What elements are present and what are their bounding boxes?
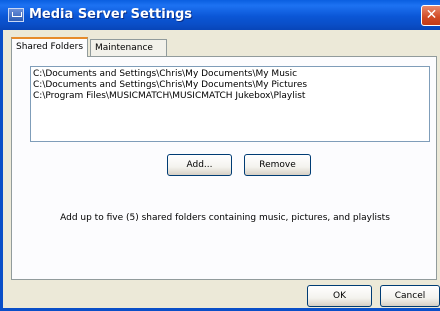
list-item[interactable]: C:\Documents and Settings\Chris\My Docum…	[33, 69, 427, 80]
cancel-button[interactable]: Cancel	[380, 285, 440, 307]
close-icon: ✕	[425, 7, 438, 23]
remove-button[interactable]: Remove	[244, 154, 311, 176]
ok-button[interactable]: OK	[307, 285, 372, 307]
shared-folders-list[interactable]: C:\Documents and Settings\Chris\My Docum…	[30, 66, 430, 142]
add-button[interactable]: Add...	[167, 154, 232, 176]
title-bar[interactable]: Media Server Settings ✕	[0, 0, 440, 30]
shared-folders-panel: C:\Documents and Settings\Chris\My Docum…	[11, 56, 437, 280]
list-item[interactable]: C:\Program Files\MUSICMATCH\MUSICMATCH J…	[33, 91, 427, 102]
window-title: Media Server Settings	[29, 7, 192, 22]
help-text: Add up to five (5) shared folders contai…	[60, 213, 390, 223]
close-button[interactable]: ✕	[421, 5, 440, 26]
window-border-left	[0, 30, 3, 311]
media-server-icon	[8, 8, 24, 22]
tab-shared-folders[interactable]: Shared Folders	[11, 37, 88, 57]
list-item[interactable]: C:\Documents and Settings\Chris\My Docum…	[33, 80, 427, 91]
media-server-settings-window: Media Server Settings ✕ Shared Folders M…	[0, 0, 440, 311]
tab-maintenance[interactable]: Maintenance	[90, 39, 167, 57]
